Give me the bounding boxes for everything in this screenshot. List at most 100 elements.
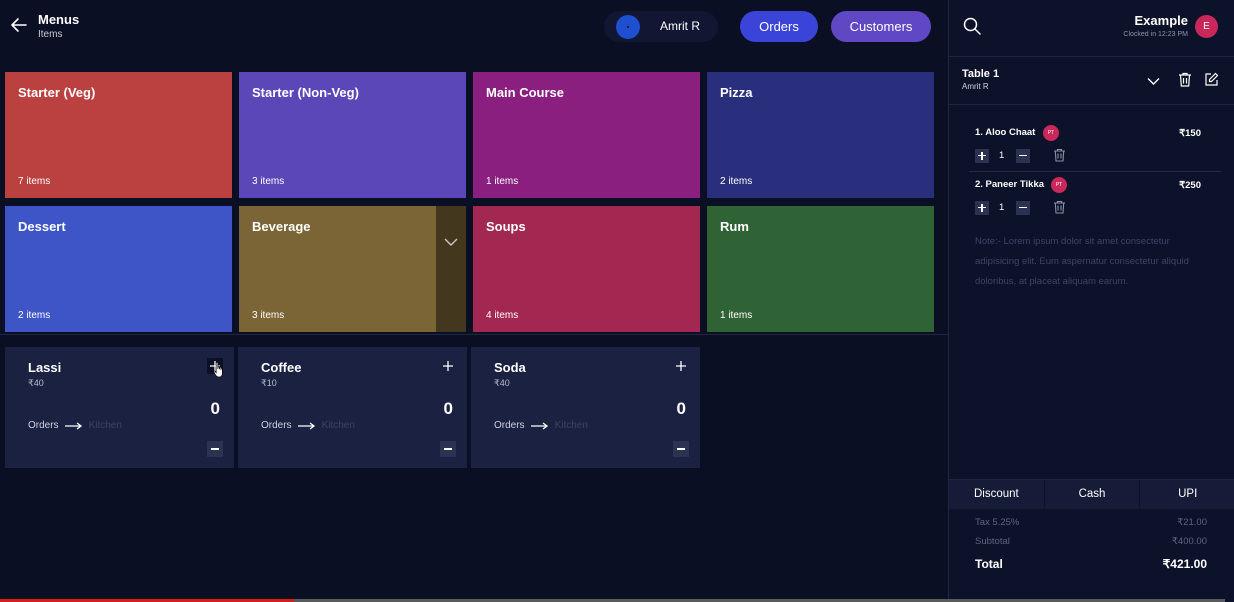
tax-value: ₹21.00 — [1177, 517, 1207, 528]
increment-button[interactable] — [440, 358, 456, 374]
search-icon[interactable] — [963, 17, 981, 40]
order-panel: Example Clocked in 12:23 PM E Table 1 Am… — [948, 0, 1234, 602]
category-expand-overlay[interactable] — [436, 206, 466, 332]
decrement-button[interactable] — [673, 441, 689, 457]
category-count: 2 items — [720, 176, 753, 187]
table-user: Amrit R — [962, 82, 989, 91]
category-name: Beverage — [252, 219, 311, 234]
category-name: Starter (Veg) — [18, 85, 96, 100]
category-tile-dessert[interactable]: Dessert 2 items — [5, 206, 232, 332]
decrement-button[interactable] — [207, 441, 223, 457]
total-row: Total ₹421.00 — [975, 557, 1207, 571]
arrow-right-icon — [530, 421, 548, 430]
customers-button[interactable]: Customers — [831, 11, 931, 42]
item-name: Lassi — [28, 360, 62, 375]
trash-icon[interactable] — [1053, 148, 1066, 167]
user-name: Amrit R — [660, 19, 700, 33]
tax-row: Tax 5.25% ₹21.00 — [975, 517, 1207, 528]
decrement-button[interactable] — [1016, 149, 1030, 163]
orders-button[interactable]: Orders — [740, 11, 818, 42]
item-card-soda[interactable]: Soda ₹40 0 Orders Kitchen — [471, 347, 700, 468]
category-tile-rum[interactable]: Rum 1 items — [707, 206, 934, 332]
item-quantity: 0 — [443, 399, 453, 418]
category-tile-soups[interactable]: Soups 4 items — [473, 206, 700, 332]
panel-divider — [949, 56, 1234, 57]
order-line-price: ₹250 — [1179, 180, 1201, 191]
back-arrow-icon[interactable] — [8, 14, 30, 36]
table-title: Table 1 — [962, 68, 1000, 80]
subtotal-row: Subtotal ₹400.00 — [975, 536, 1207, 547]
item-card-coffee[interactable]: Coffee ₹10 0 Orders Kitchen — [238, 347, 467, 468]
tax-label: Tax 5.25% — [975, 517, 1020, 528]
item-quantity: 0 — [676, 399, 686, 418]
increment-button[interactable] — [673, 358, 689, 374]
category-count: 1 items — [486, 176, 519, 187]
category-count: 4 items — [486, 310, 519, 321]
discount-button[interactable]: Discount — [949, 480, 1044, 509]
category-count: 7 items — [18, 176, 51, 187]
flow-to: Kitchen — [88, 420, 122, 431]
order-line-name: 1. Aloo Chaat — [975, 127, 1036, 138]
item-quantity: 0 — [210, 399, 220, 418]
plus-icon — [443, 361, 453, 371]
category-name: Starter (Non-Veg) — [252, 85, 359, 100]
hand-cursor-icon — [213, 361, 223, 378]
order-note: Note:- Lorem ipsum dolor sit amet consec… — [975, 236, 1189, 287]
user-pill[interactable]: Amrit R — [604, 11, 718, 42]
item-flow: Orders Kitchen — [28, 420, 122, 431]
category-count: 3 items — [252, 176, 285, 187]
restaurant-name: Example — [1134, 13, 1188, 28]
plus-icon — [676, 361, 686, 371]
flow-to: Kitchen — [554, 420, 588, 431]
item-card-lassi[interactable]: Lassi ₹40 0 Orders Kitchen — [5, 347, 234, 468]
upi-button[interactable]: UPI — [1140, 480, 1234, 509]
cash-button[interactable]: Cash — [1044, 480, 1140, 509]
category-name: Pizza — [720, 85, 753, 100]
trash-icon[interactable] — [1053, 200, 1066, 219]
page-subtitle: Items — [38, 29, 63, 40]
flow-from: Orders — [261, 420, 292, 431]
item-price: ₹40 — [28, 378, 44, 388]
item-flow: Orders Kitchen — [494, 420, 588, 431]
increment-button[interactable] — [975, 201, 989, 215]
category-tile-beverage[interactable]: Beverage 3 items — [239, 206, 466, 332]
category-name: Rum — [720, 219, 749, 234]
order-line-divider — [969, 171, 1221, 172]
category-tile-starter-veg[interactable]: Starter (Veg) 7 items — [5, 72, 232, 198]
increment-button[interactable] — [975, 149, 989, 163]
category-name: Soups — [486, 219, 526, 234]
top-bar: Menus Items Amrit R Orders Customers — [0, 0, 948, 56]
category-count: 2 items — [18, 310, 51, 321]
category-name: Dessert — [18, 219, 66, 234]
item-name: Soda — [494, 360, 526, 375]
flow-from: Orders — [494, 420, 525, 431]
order-line: 2. Paneer Tikka PT ₹250 1 — [975, 177, 1221, 227]
user-avatar — [616, 15, 640, 39]
item-price: ₹10 — [261, 378, 277, 388]
order-line-qty: 1 — [999, 202, 1005, 213]
order-line: 1. Aloo Chaat PT ₹150 1 — [975, 125, 1221, 175]
order-line-price: ₹150 — [1179, 128, 1201, 139]
item-price: ₹40 — [494, 378, 510, 388]
order-line-qty: 1 — [999, 150, 1005, 161]
decrement-button[interactable] — [440, 441, 456, 457]
subtotal-value: ₹400.00 — [1171, 536, 1207, 547]
total-label: Total — [975, 557, 1003, 571]
category-count: 3 items — [252, 310, 285, 321]
order-line-badge: PT — [1043, 125, 1059, 141]
order-line-badge: PT — [1051, 177, 1067, 193]
clock-status: Clocked in 12:23 PM — [1123, 31, 1188, 38]
category-count: 1 items — [720, 310, 753, 321]
page-title: Menus — [38, 12, 80, 27]
account-avatar[interactable]: E — [1195, 15, 1218, 38]
edit-icon[interactable] — [1204, 72, 1219, 92]
category-tile-main-course[interactable]: Main Course 1 items — [473, 72, 700, 198]
flow-to: Kitchen — [321, 420, 355, 431]
category-tile-starter-non-veg[interactable]: Starter (Non-Veg) 3 items — [239, 72, 466, 198]
payment-buttons: Discount Cash UPI — [949, 480, 1234, 509]
decrement-button[interactable] — [1016, 201, 1030, 215]
trash-icon[interactable] — [1178, 72, 1192, 92]
chevron-down-icon[interactable] — [1147, 73, 1160, 91]
category-tile-pizza[interactable]: Pizza 2 items — [707, 72, 934, 198]
flow-from: Orders — [28, 420, 59, 431]
